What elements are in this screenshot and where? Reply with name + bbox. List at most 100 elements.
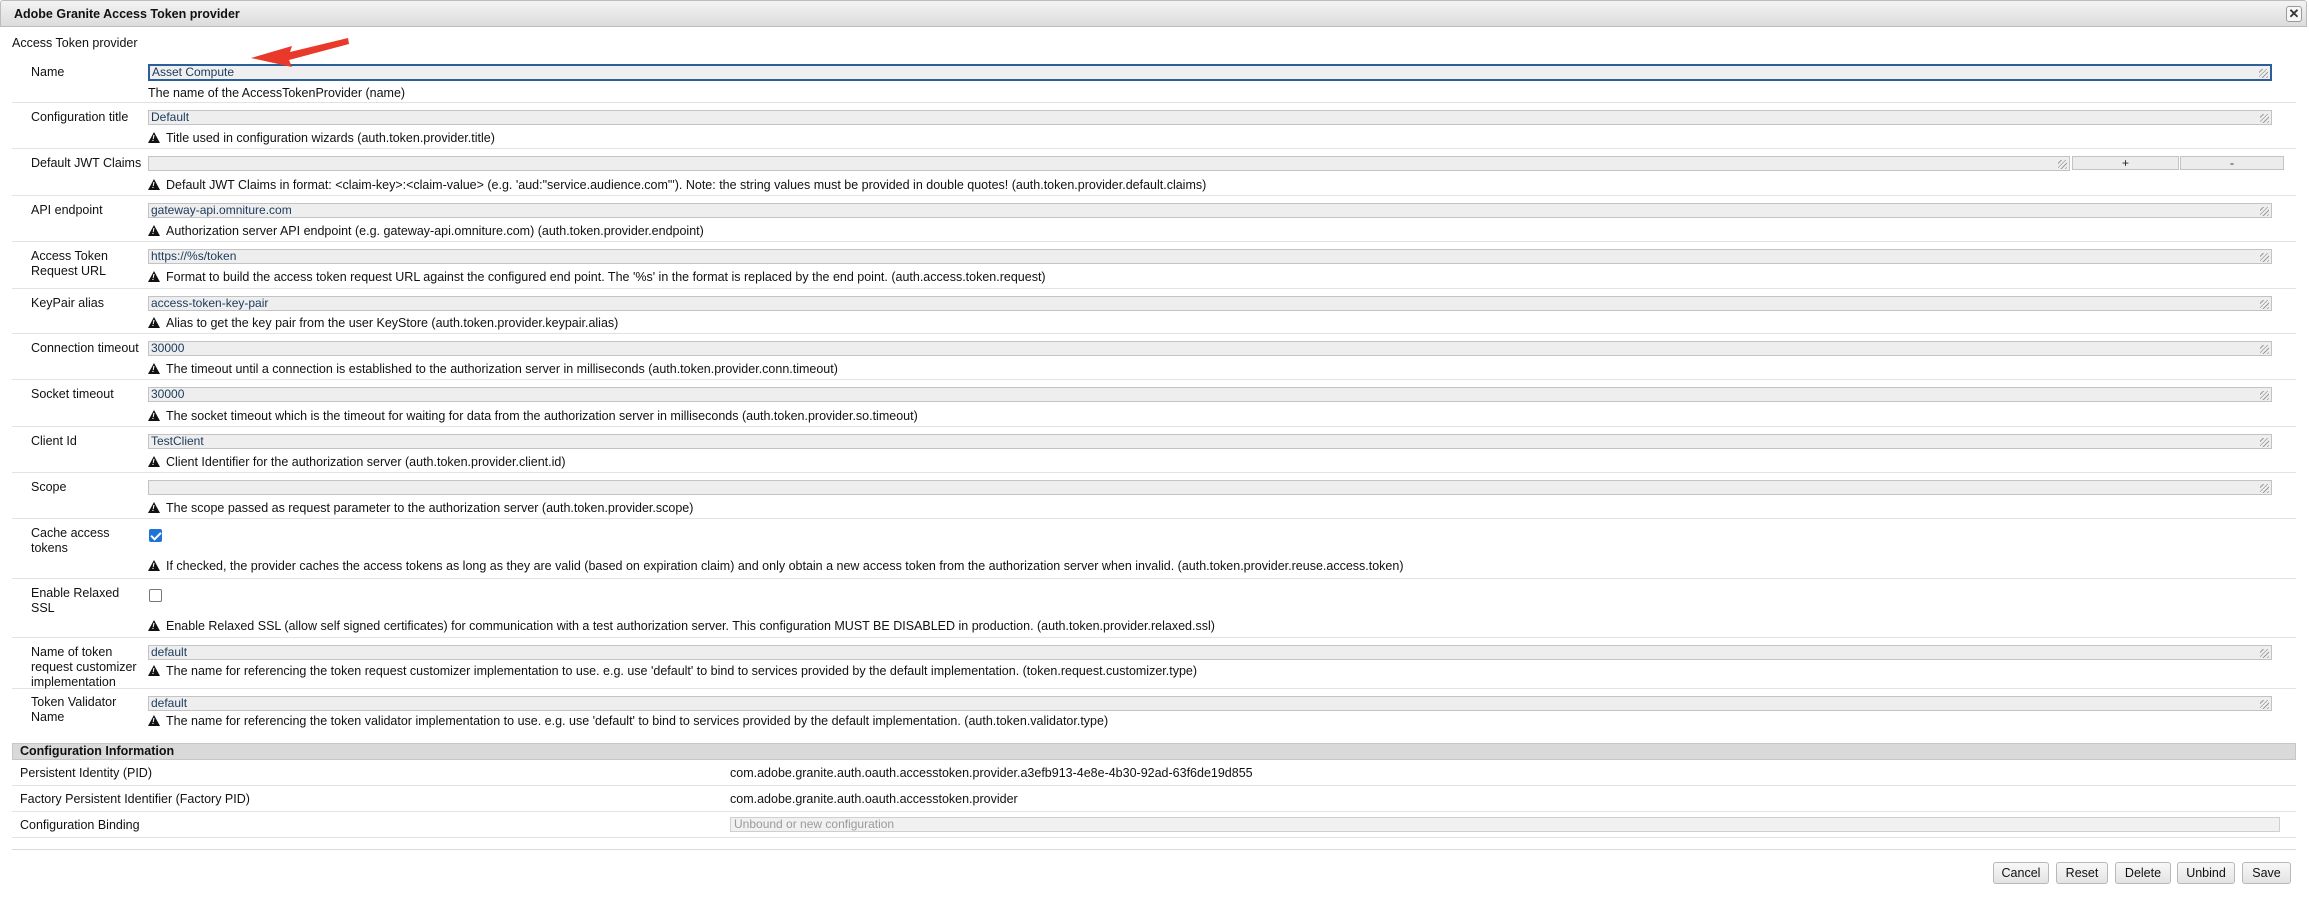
connection-timeout-label: Connection timeout xyxy=(31,341,139,355)
token-request-url-input[interactable]: https://%s/token xyxy=(148,249,2272,264)
row-token-request-url: Access Token Request URL https://%s/toke… xyxy=(12,242,2296,289)
row-socket-timeout: Socket timeout 30000 The socket timeout … xyxy=(12,380,2296,427)
jwt-claims-description: Default JWT Claims in format: <claim-key… xyxy=(166,178,1207,192)
warning-icon xyxy=(148,456,160,467)
connection-timeout-description: The timeout until a connection is establ… xyxy=(166,362,838,376)
row-keypair-alias: KeyPair alias access-token-key-pair Alia… xyxy=(12,289,2296,334)
cache-tokens-checkbox[interactable] xyxy=(149,529,162,542)
scope-input[interactable] xyxy=(148,480,2272,495)
resize-grip-icon[interactable] xyxy=(2259,69,2268,78)
row-customizer: Name of token request customizer impleme… xyxy=(12,638,2296,689)
cancel-button[interactable]: Cancel xyxy=(1993,862,2049,884)
resize-grip-icon[interactable] xyxy=(2260,438,2269,447)
scope-description: The scope passed as request parameter to… xyxy=(166,501,694,515)
warning-icon xyxy=(148,410,160,421)
api-endpoint-label: API endpoint xyxy=(31,203,103,217)
resize-grip-icon[interactable] xyxy=(2260,700,2269,709)
validator-description: The name for referencing the token valid… xyxy=(166,714,1109,728)
factory-pid-label: Factory Persistent Identifier (Factory P… xyxy=(20,792,250,806)
resize-grip-icon[interactable] xyxy=(2260,484,2269,493)
keypair-alias-input[interactable]: access-token-key-pair xyxy=(148,296,2272,311)
warning-icon xyxy=(148,317,160,328)
warning-icon xyxy=(148,620,160,631)
row-api-endpoint: API endpoint gateway-api.omniture.com Au… xyxy=(12,196,2296,242)
properties-form: Name Asset Compute The name of the Acces… xyxy=(12,58,2296,729)
resize-grip-icon[interactable] xyxy=(2260,391,2269,400)
config-info-heading: Configuration Information xyxy=(12,743,2296,760)
cache-tokens-description: If checked, the provider caches the acce… xyxy=(166,559,1404,573)
binding-row: Configuration Binding Unbound or new con… xyxy=(12,812,2296,838)
reset-button[interactable]: Reset xyxy=(2056,862,2108,884)
resize-grip-icon[interactable] xyxy=(2260,345,2269,354)
footer-divider xyxy=(12,849,2296,850)
config-title-description: Title used in configuration wizards (aut… xyxy=(166,131,495,145)
scope-label: Scope xyxy=(31,480,67,494)
warning-icon xyxy=(148,179,160,190)
close-icon[interactable]: ✕ xyxy=(2286,6,2302,22)
socket-timeout-input[interactable]: 30000 xyxy=(148,387,2272,402)
add-claim-button[interactable]: + xyxy=(2072,156,2179,170)
resize-grip-icon[interactable] xyxy=(2260,300,2269,309)
jwt-claims-label: Default JWT Claims xyxy=(31,156,142,170)
config-info-table: Persistent Identity (PID) com.adobe.gran… xyxy=(12,760,2296,838)
row-config-title: Configuration title Default Title used i… xyxy=(12,103,2296,149)
relaxed-ssl-label: Enable Relaxed SSL xyxy=(31,586,120,615)
api-endpoint-input[interactable]: gateway-api.omniture.com xyxy=(148,203,2272,218)
pid-label: Persistent Identity (PID) xyxy=(20,766,152,780)
keypair-alias-description: Alias to get the key pair from the user … xyxy=(166,316,619,330)
keypair-alias-label: KeyPair alias xyxy=(31,296,104,310)
warning-icon xyxy=(148,715,160,726)
row-name: Name Asset Compute The name of the Acces… xyxy=(12,58,2296,103)
name-label: Name xyxy=(31,65,65,79)
row-cache-tokens: Cache access tokens If checked, the prov… xyxy=(12,519,2296,579)
warning-icon xyxy=(148,560,160,571)
row-validator: Token Validator Name default The name fo… xyxy=(12,689,2296,729)
delete-button[interactable]: Delete xyxy=(2115,862,2171,884)
client-id-label: Client Id xyxy=(31,434,77,448)
resize-grip-icon[interactable] xyxy=(2058,160,2067,169)
config-title-label: Configuration title xyxy=(31,110,129,124)
row-jwt-claims: Default JWT Claims + - Default JWT Claim… xyxy=(12,149,2296,196)
socket-timeout-description: The socket timeout which is the timeout … xyxy=(166,409,918,423)
warning-icon xyxy=(148,502,160,513)
binding-label: Configuration Binding xyxy=(20,818,140,832)
api-endpoint-description: Authorization server API endpoint (e.g. … xyxy=(166,224,704,238)
warning-icon xyxy=(148,271,160,282)
cache-tokens-label: Cache access tokens xyxy=(31,526,110,555)
pid-value: com.adobe.granite.auth.oauth.accesstoken… xyxy=(730,766,1253,780)
resize-grip-icon[interactable] xyxy=(2260,114,2269,123)
name-description: The name of the AccessTokenProvider (nam… xyxy=(148,86,406,100)
validator-input[interactable]: default xyxy=(148,696,2272,711)
token-request-url-label: Access Token Request URL xyxy=(31,249,108,278)
warning-icon xyxy=(148,665,160,676)
warning-icon xyxy=(148,132,160,143)
factory-pid-row: Factory Persistent Identifier (Factory P… xyxy=(12,786,2296,812)
customizer-input[interactable]: default xyxy=(148,645,2272,660)
factory-pid-value: com.adobe.granite.auth.oauth.accesstoken… xyxy=(730,792,1018,806)
dialog-title: Adobe Granite Access Token provider xyxy=(14,7,240,21)
token-request-url-description: Format to build the access token request… xyxy=(166,270,1046,284)
customizer-description: The name for referencing the token reque… xyxy=(166,664,1198,678)
customizer-label: Name of token request customizer impleme… xyxy=(31,645,137,689)
resize-grip-icon[interactable] xyxy=(2260,253,2269,262)
warning-icon xyxy=(148,363,160,374)
client-id-description: Client Identifier for the authorization … xyxy=(166,455,566,469)
unbind-button[interactable]: Unbind xyxy=(2177,862,2235,884)
save-button[interactable]: Save xyxy=(2242,862,2291,884)
connection-timeout-input[interactable]: 30000 xyxy=(148,341,2272,356)
name-input[interactable]: Asset Compute xyxy=(148,64,2272,81)
row-relaxed-ssl: Enable Relaxed SSL Enable Relaxed SSL (a… xyxy=(12,579,2296,638)
warning-icon xyxy=(148,225,160,236)
dialog-titlebar: Adobe Granite Access Token provider ✕ xyxy=(0,0,2307,27)
remove-claim-button[interactable]: - xyxy=(2180,156,2284,170)
binding-field[interactable]: Unbound or new configuration xyxy=(730,817,2280,832)
jwt-claims-input[interactable] xyxy=(148,156,2070,171)
row-client-id: Client Id TestClient Client Identifier f… xyxy=(12,427,2296,473)
resize-grip-icon[interactable] xyxy=(2260,207,2269,216)
resize-grip-icon[interactable] xyxy=(2260,649,2269,658)
relaxed-ssl-checkbox[interactable] xyxy=(149,589,162,602)
relaxed-ssl-description: Enable Relaxed SSL (allow self signed ce… xyxy=(166,619,1215,633)
client-id-input[interactable]: TestClient xyxy=(148,434,2272,449)
config-title-input[interactable]: Default xyxy=(148,110,2272,125)
validator-label: Token Validator Name xyxy=(31,695,117,724)
